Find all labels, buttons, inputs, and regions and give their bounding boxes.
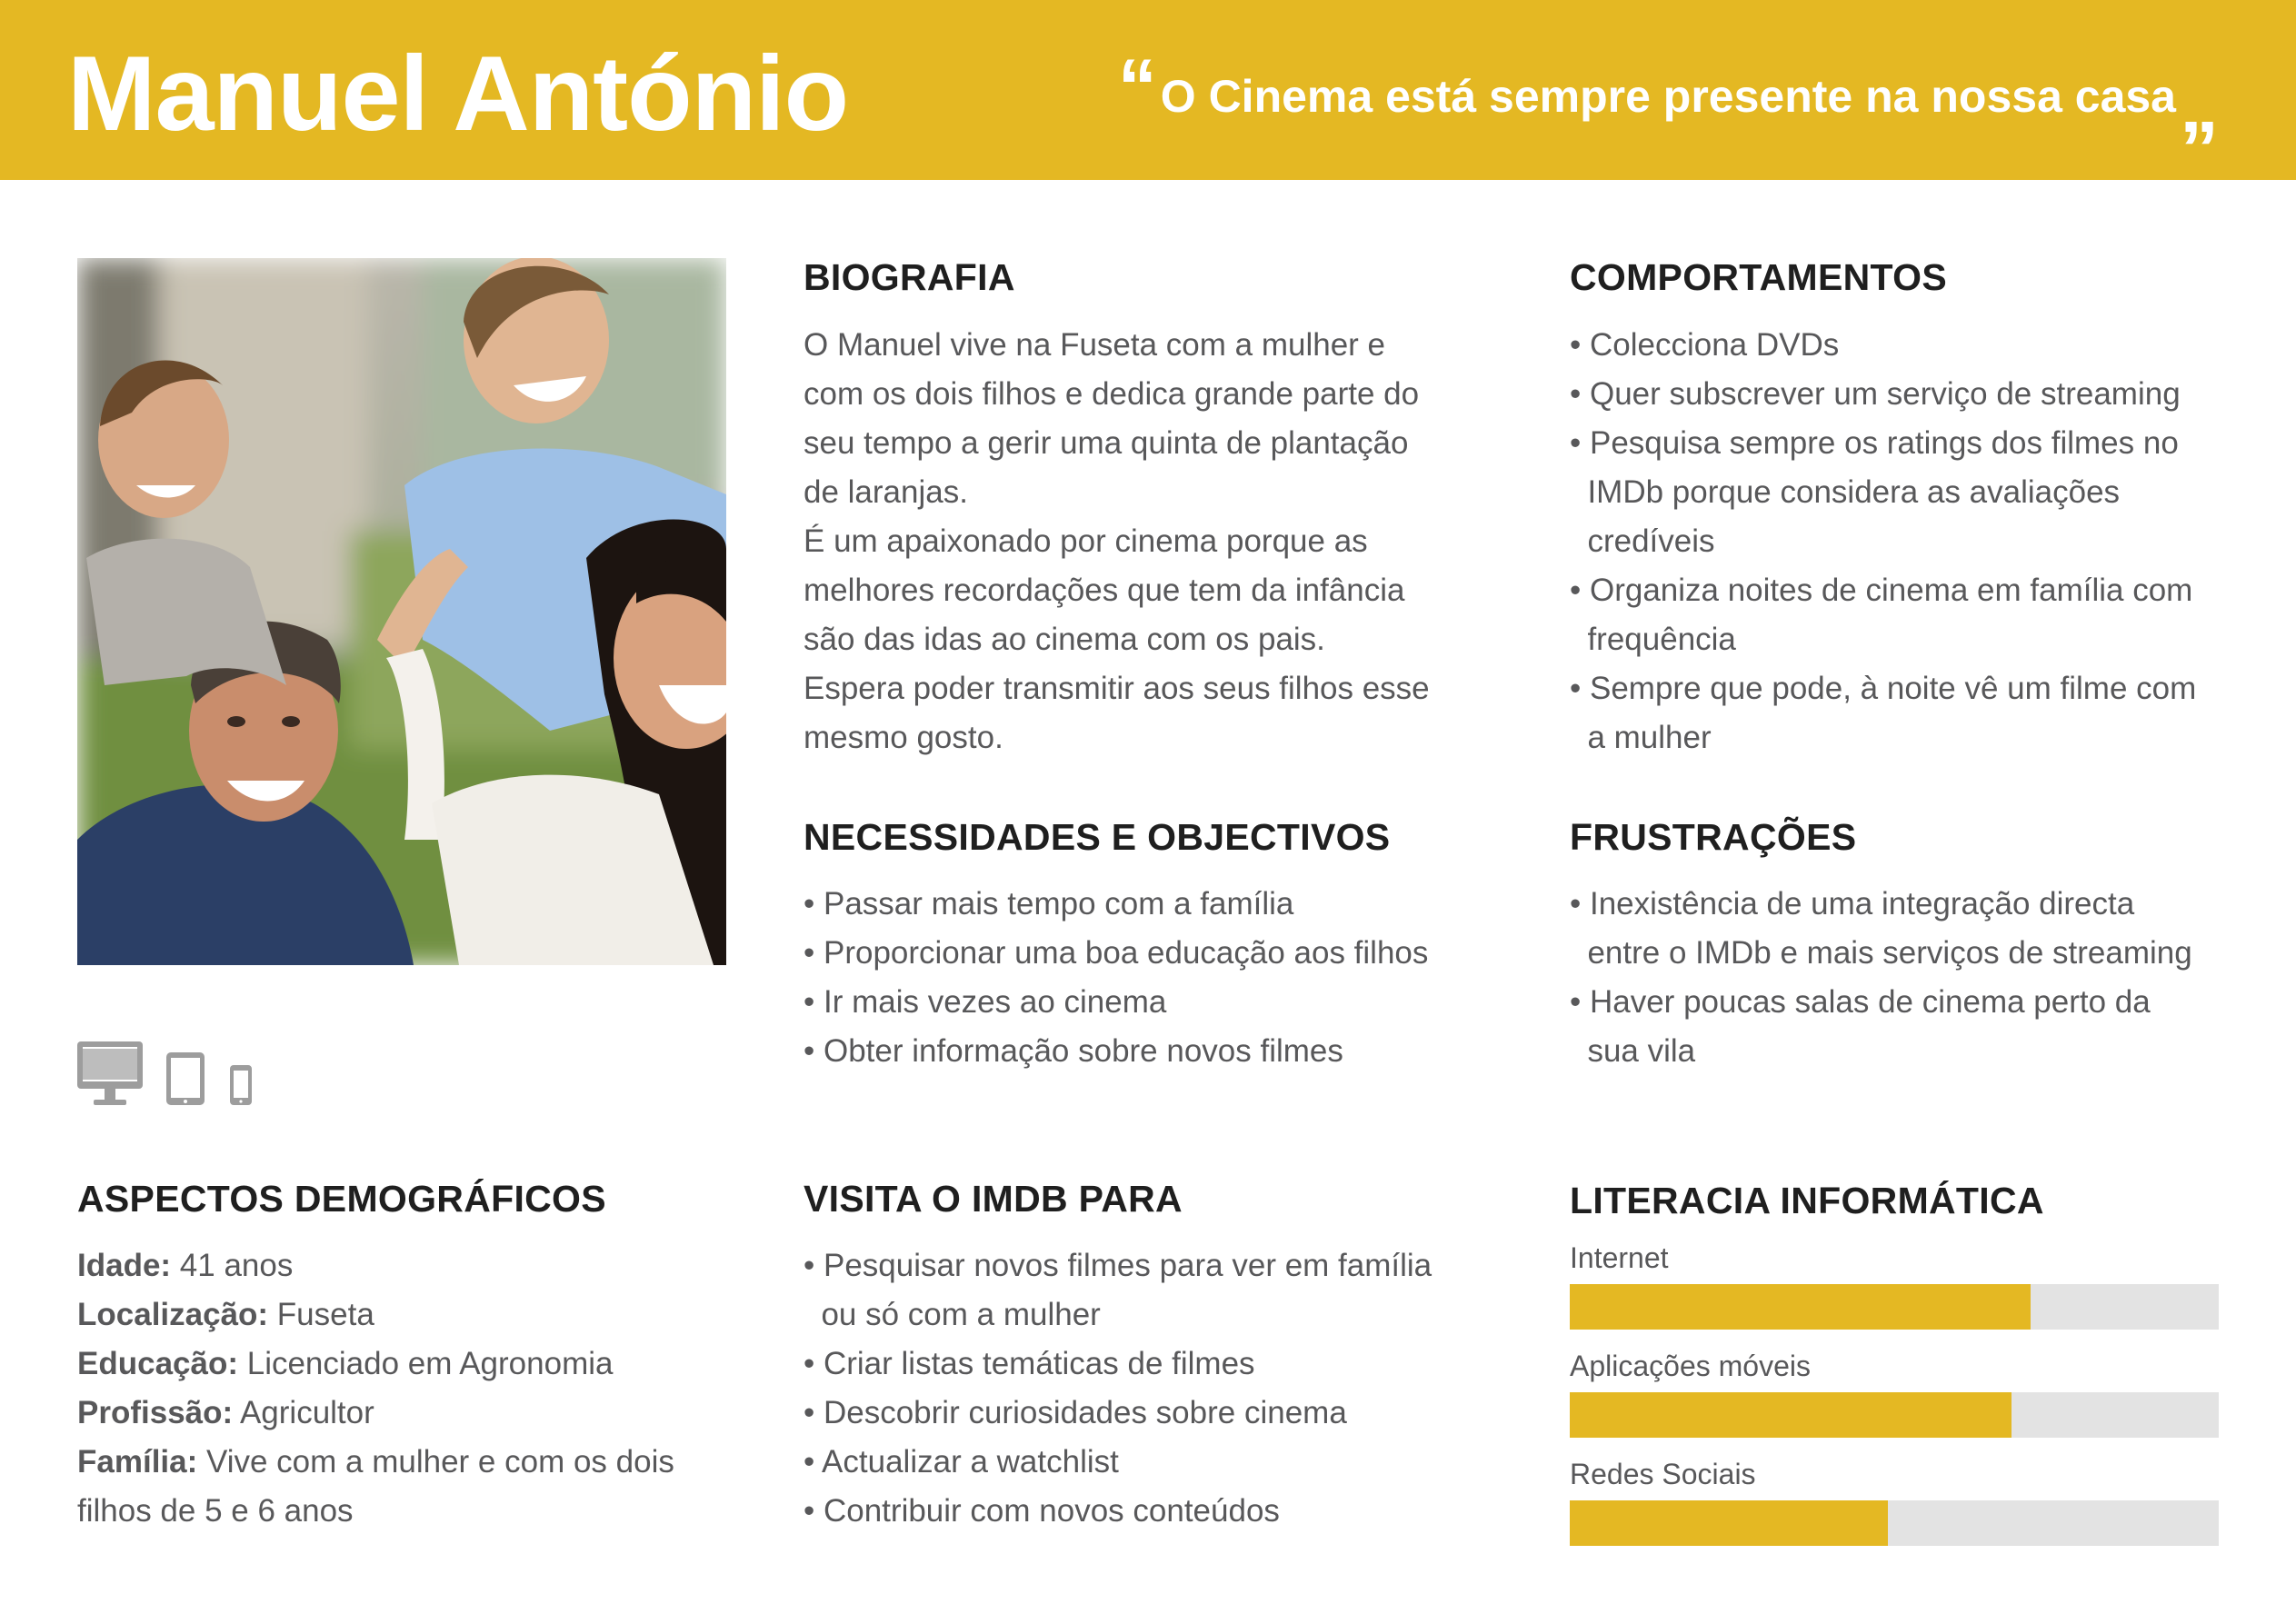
demographics-value: Fuseta [268,1297,374,1332]
behaviours-item-continuation: a mulher [1570,720,1712,755]
demographics-label: Família: [77,1444,198,1480]
quote-close-mark: „ [2180,62,2219,149]
behaviours-item: • Quer subscrever um serviço de streamin… [1570,376,2181,412]
demographics-row: Idade: 41 anos [77,1243,293,1289]
bio-line: seu tempo a gerir uma quinta de plantaçã… [804,425,1409,461]
demographics-value: Licenciado em Agronomia [238,1346,614,1381]
frustrations-heading: FRUSTRAÇÕES [1570,816,1857,858]
quote-open-mark: “ [1117,44,1157,131]
imdb-item: • Contribuir com novos conteúdos [804,1493,1280,1529]
behaviours-item-continuation: credíveis [1570,523,1715,559]
needs-heading: NECESSIDADES E OBJECTIVOS [804,816,1391,858]
needs-item: • Proporcionar uma boa educação aos filh… [804,935,1429,971]
bio-line: de laranjas. [804,474,968,510]
imdb-item: • Criar listas temáticas de filmes [804,1346,1255,1381]
behaviours-item: • Pesquisa sempre os ratings dos filmes … [1570,425,2179,461]
desktop-icon [77,1041,143,1105]
behaviours-item-continuation: frequência [1570,622,1736,657]
imdb-item-continuation: ou só com a mulher [804,1297,1101,1332]
behaviours-item-continuation: IMDb porque considera as avaliações [1570,474,2121,510]
bio-line: com os dois filhos e dedica grande parte… [804,376,1420,412]
frustrations-item: • Inexistência de uma integração directa [1570,886,2135,922]
demographics-continuation: filhos de 5 e 6 anos [77,1493,354,1529]
imdb-item: • Descobrir curiosidades sobre cinema [804,1395,1347,1430]
bio-line: são das idas ao cinema com os pais. [804,622,1325,657]
literacy-label: Internet [1570,1241,1669,1274]
bio-heading: BIOGRAFIA [804,256,1015,298]
demographics-label: Idade: [77,1248,172,1283]
literacy-bar-fill [1570,1500,1888,1546]
smartphone-icon [230,1065,252,1105]
quote-text: O Cinema está sempre presente na nossa c… [1160,71,2176,122]
bio-line: mesmo gosto. [804,720,1003,755]
persona-quote: “O Cinema está sempre presente na nossa … [1117,44,2219,149]
demographics-label: Educação: [77,1346,238,1381]
demographics-row: Educação: Licenciado em Agronomia [77,1341,613,1387]
literacy-bar-track [1570,1284,2219,1330]
behaviours-heading: COMPORTAMENTOS [1570,256,1947,298]
behaviours-item: • Colecciona DVDs [1570,327,1840,363]
bio-line: O Manuel vive na Fuseta com a mulher e [804,327,1386,363]
demographics-row: Localização: Fuseta [77,1292,374,1338]
literacy-bar-track [1570,1392,2219,1438]
literacy-bar-fill [1570,1392,2011,1438]
behaviours-item: • Organiza noites de cinema em família c… [1570,573,2193,608]
demographics-row: Profissão: Agricultor [77,1390,374,1436]
demographics-label: Localização: [77,1297,269,1332]
demographics-value: Vive com a mulher e com os dois [197,1444,674,1480]
imdb-heading: VISITA O IMDB PARA [804,1178,1183,1220]
needs-item: • Obter informação sobre novos filmes [804,1033,1343,1069]
behaviours-item: • Sempre que pode, à noite vê um filme c… [1570,671,2197,706]
frustrations-item-continuation: entre o IMDb e mais serviços de streamin… [1570,935,2192,971]
header-banner: Manuel António “O Cinema está sempre pre… [0,0,2296,180]
literacy-heading: LITERACIA INFORMÁTICA [1570,1180,2044,1221]
literacy-bar-fill [1570,1284,2031,1330]
demographics-heading: ASPECTOS DEMOGRÁFICOS [77,1178,606,1220]
demographics-row: Família: Vive com a mulher e com os dois [77,1440,674,1485]
bio-line: Espera poder transmitir aos seus filhos … [804,671,1430,706]
literacy-label: Aplicações móveis [1570,1350,1811,1382]
frustrations-item: • Haver poucas salas de cinema perto da [1570,984,2151,1020]
literacy-bar-track [1570,1500,2219,1546]
demographics-value: Agricultor [233,1395,374,1430]
literacy-label: Redes Sociais [1570,1458,1756,1490]
demographics-value: 41 anos [171,1248,294,1283]
family-photo [77,258,726,965]
persona-name: Manuel António [67,34,849,153]
needs-item: • Passar mais tempo com a família [804,886,1294,922]
frustrations-item-continuation: sua vila [1570,1033,1696,1069]
bio-line: É um apaixonado por cinema porque as [804,523,1368,559]
bio-line: melhores recordações que tem da infância [804,573,1405,608]
tablet-icon [166,1052,205,1105]
imdb-item: • Pesquisar novos filmes para ver em fam… [804,1248,1433,1283]
demographics-label: Profissão: [77,1395,234,1430]
needs-item: • Ir mais vezes ao cinema [804,984,1167,1020]
imdb-item: • Actualizar a watchlist [804,1444,1119,1480]
devices-used [77,1040,277,1111]
